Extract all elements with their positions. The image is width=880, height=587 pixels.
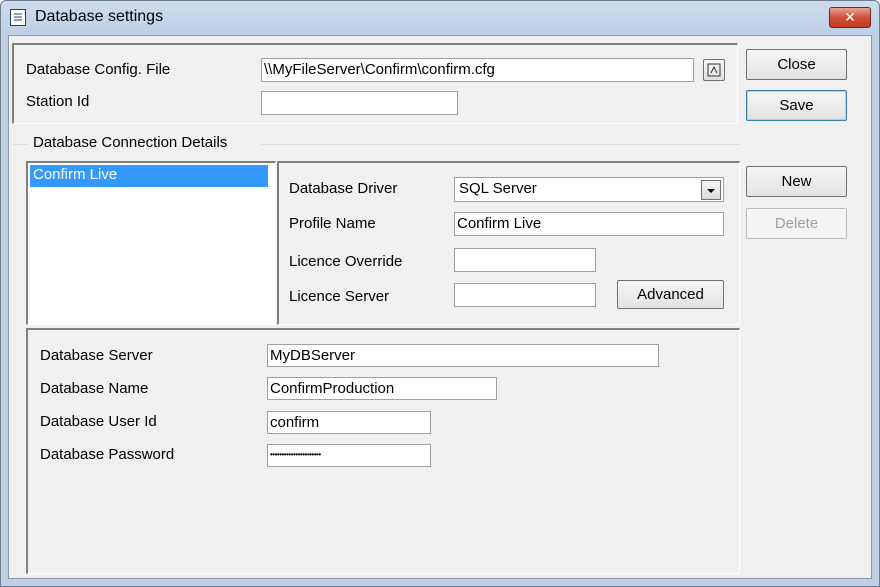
database-password-label: Database Password xyxy=(40,446,175,463)
title-bar[interactable]: Database settings ✕ xyxy=(1,1,879,35)
advanced-button[interactable]: Advanced xyxy=(617,280,724,309)
database-name-input[interactable]: ConfirmProduction xyxy=(267,377,497,400)
browse-icon xyxy=(707,63,721,77)
save-button[interactable]: Save xyxy=(746,90,847,121)
chevron-down-icon xyxy=(707,189,715,193)
database-server-input[interactable]: MyDBServer xyxy=(267,344,659,367)
database-driver-value: SQL Server xyxy=(459,180,537,197)
config-file-input[interactable]: \\MyFileServer\Confirm\confirm.cfg xyxy=(261,58,694,82)
database-user-input[interactable]: confirm xyxy=(267,411,431,434)
close-icon: ✕ xyxy=(844,9,856,25)
delete-button: Delete xyxy=(746,208,847,239)
connection-properties-panel: Database Driver SQL Server Profile Name … xyxy=(277,161,740,325)
station-id-label: Station Id xyxy=(26,93,90,110)
profile-list-item[interactable]: Confirm Live xyxy=(30,165,268,187)
dialog-client-area: Database Config. File \\MyFileServer\Con… xyxy=(8,35,872,579)
licence-server-label: Licence Server xyxy=(289,288,390,305)
database-user-label: Database User Id xyxy=(40,413,157,430)
config-file-label: Database Config. File xyxy=(26,61,171,78)
window-close-button[interactable]: ✕ xyxy=(829,7,871,28)
database-password-input[interactable]: •••••••••••••••••••••• xyxy=(267,444,431,467)
close-button[interactable]: Close xyxy=(746,49,847,80)
connection-group-label: Database Connection Details xyxy=(33,134,228,151)
database-details-panel: Database Server MyDBServer Database Name… xyxy=(26,328,740,574)
station-id-input[interactable] xyxy=(261,91,458,115)
licence-override-label: Licence Override xyxy=(289,253,403,270)
group-line-left xyxy=(13,144,29,145)
driver-dropdown-button[interactable] xyxy=(701,180,721,200)
group-line-right xyxy=(261,144,740,145)
database-driver-select[interactable]: SQL Server xyxy=(454,177,724,202)
profile-list[interactable]: Confirm Live xyxy=(26,161,276,325)
licence-override-input[interactable] xyxy=(454,248,596,272)
config-panel: Database Config. File \\MyFileServer\Con… xyxy=(12,43,738,124)
database-name-label: Database Name xyxy=(40,380,149,397)
profile-name-label: Profile Name xyxy=(289,215,376,232)
window-title: Database settings xyxy=(35,8,164,25)
licence-server-input[interactable] xyxy=(454,283,596,307)
database-driver-label: Database Driver xyxy=(289,180,398,197)
new-button[interactable]: New xyxy=(746,166,847,197)
browse-button[interactable] xyxy=(703,59,725,81)
profile-name-input[interactable]: Confirm Live xyxy=(454,212,724,236)
database-server-label: Database Server xyxy=(40,347,153,364)
database-settings-window: Database settings ✕ Database Config. Fil… xyxy=(0,0,880,587)
list-window-icon xyxy=(10,9,26,26)
